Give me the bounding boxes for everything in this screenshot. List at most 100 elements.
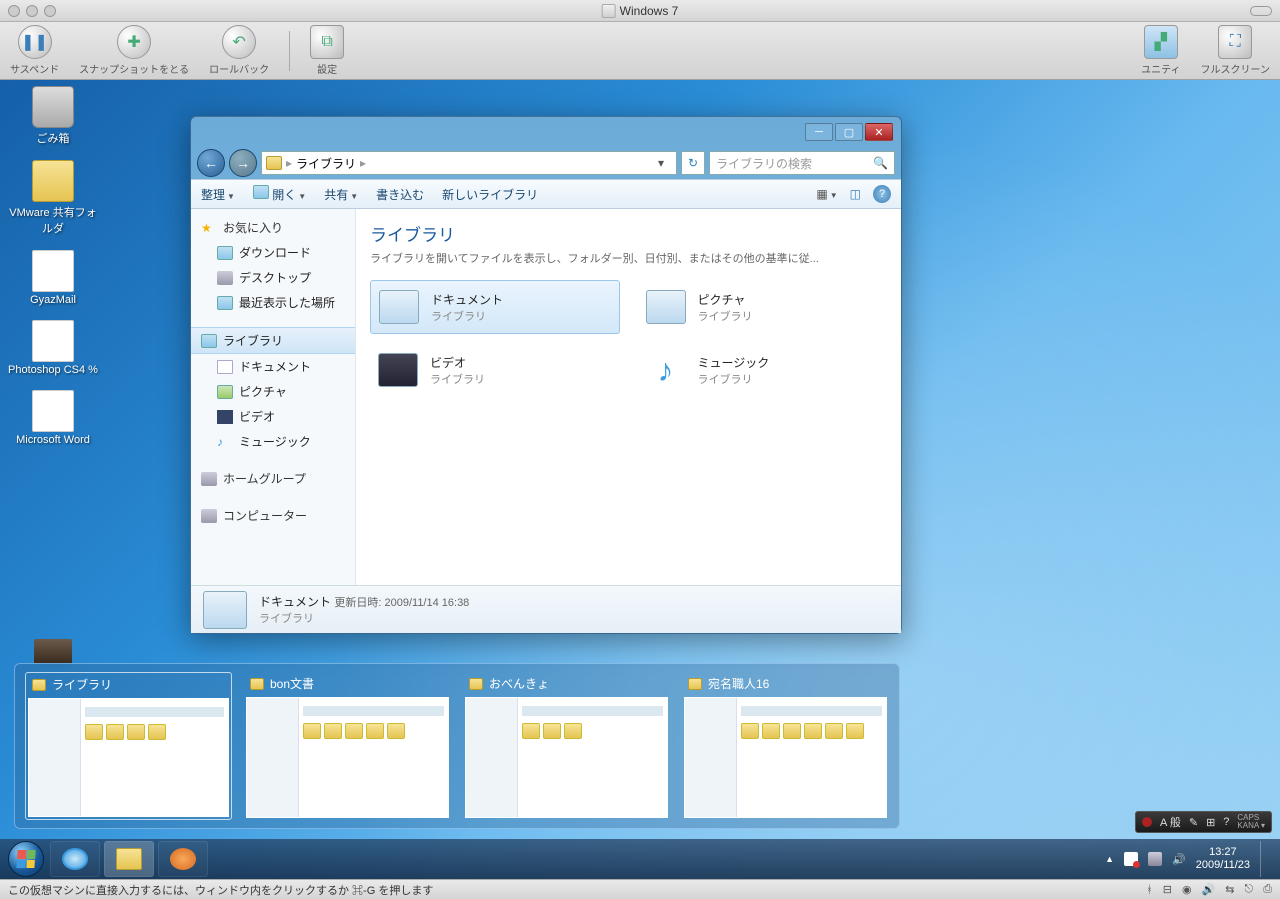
taskbar-explorer[interactable] [104,841,154,877]
thumbnail-bon[interactable]: bon文書 [244,672,451,820]
action-center-icon[interactable] [1124,852,1138,866]
desktop-icon-word[interactable]: Microsoft Word [6,390,100,446]
sidebar-item-documents[interactable]: ドキュメント [191,354,355,379]
ime-tool-icon[interactable]: ✎ [1189,816,1198,829]
hdd-icon[interactable]: ⊟ [1163,883,1172,896]
unity-icon: ▞ [1144,25,1178,59]
minimize-button[interactable]: ─ [805,123,833,141]
mac-zoom-button[interactable] [44,5,56,17]
volume-icon[interactable]: 🔊 [1172,853,1186,866]
back-button[interactable]: ← [197,149,225,177]
mac-minimize-button[interactable] [26,5,38,17]
sidebar-item-desktop[interactable]: デスクトップ [191,265,355,290]
sidebar-item-music[interactable]: ♪ミュージック [191,429,355,454]
sound-icon[interactable]: 🔊 [1202,883,1216,896]
explorer-content: ライブラリ ライブラリを開いてファイルを表示し、フォルダー別、日付別、またはその… [356,209,901,585]
video-icon [376,350,420,390]
desktop-icon-photoshop[interactable]: Photoshop CS4 % [6,320,100,376]
address-bar[interactable]: ▸ ライブラリ ▸ ▾ [261,151,677,175]
new-library-button[interactable]: 新しいライブラリ [442,186,538,203]
sidebar-homegroup[interactable]: ホームグループ [191,466,355,491]
burn-button[interactable]: 書き込む [376,186,424,203]
suspend-button[interactable]: ❚❚ サスペンド [10,25,59,76]
maximize-button[interactable]: ▢ [835,123,863,141]
thumbnail-libraries[interactable]: ライブラリ [25,672,232,820]
preview-pane-button[interactable]: ◫ [850,187,861,201]
library-item-pictures[interactable]: ピクチャライブラリ [638,280,888,334]
thumbnail-obenkyou[interactable]: おべんきょ [463,672,670,820]
file-icon [32,250,74,292]
folder-icon [217,246,233,260]
rollback-icon: ↶ [222,25,256,59]
explorer-titlebar[interactable]: ─ ▢ ✕ [191,117,901,147]
folder-icon [32,679,46,691]
camera-icon: ✚ [117,25,151,59]
star-icon: ★ [201,221,217,235]
file-icon [32,390,74,432]
search-icon: 🔍 [873,156,888,170]
ime-help-icon[interactable]: ? [1223,816,1229,828]
printer-icon[interactable]: ⎙ [1263,883,1272,896]
show-desktop-button[interactable] [1260,841,1270,877]
forward-button[interactable]: → [229,149,257,177]
trash-icon [32,86,74,128]
taskbar-wmp[interactable] [158,841,208,877]
sidebar-item-pictures[interactable]: ピクチャ [191,379,355,404]
network-icon[interactable] [1148,852,1162,866]
sidebar-item-recent[interactable]: 最近表示した場所 [191,290,355,315]
windows-desktop[interactable]: ごみ箱 VMware 共有フォルダ GyazMail Photoshop CS4… [0,80,1280,879]
sidebar-favorites-head[interactable]: ★お気に入り [191,215,355,240]
computer-icon [201,509,217,523]
desktop-icon-vmware-shared[interactable]: VMware 共有フォルダ [6,160,100,236]
ime-bar[interactable]: A 般 ✎ ⊞ ? CAPSKANA ▾ [1135,811,1272,833]
unity-button[interactable]: ▞ ユニティ [1141,25,1180,76]
library-item-music[interactable]: ♪ ミュージックライブラリ [638,344,888,396]
library-item-documents[interactable]: ドキュメントライブラリ [370,280,620,334]
documents-icon [203,591,247,629]
mac-toolbar-toggle[interactable] [1250,6,1272,16]
mac-close-button[interactable] [8,5,20,17]
sidebar-item-downloads[interactable]: ダウンロード [191,240,355,265]
rollback-button[interactable]: ↶ ロールバック [209,25,269,76]
library-item-videos[interactable]: ビデオライブラリ [370,344,620,396]
thumbnail-atena[interactable]: 宛名職人16 [682,672,889,820]
settings-button[interactable]: ⧉ 設定 [310,25,344,76]
mac-statusbar: この仮想マシンに直接入力するには、ウィンドウ内をクリックするか ⌘-G を押しま… [0,879,1280,899]
ime-pad-icon[interactable]: ⊞ [1206,816,1215,829]
document-icon [217,360,233,374]
refresh-button[interactable]: ↻ [681,151,705,175]
usb-icon[interactable]: ⎋ [1244,883,1253,896]
help-button[interactable]: ? [873,185,891,203]
desktop-icon [217,271,233,285]
ime-caps-indicator: CAPSKANA ▾ [1237,814,1265,830]
fullscreen-button[interactable]: ⛶ フルスクリーン [1201,25,1271,76]
sidebar-computer[interactable]: コンピューター [191,503,355,528]
search-input[interactable]: ライブラリの検索 🔍 [709,151,895,175]
taskbar: ▲ 🔊 13:27 2009/11/23 [0,839,1280,879]
desktop-icon-trash[interactable]: ごみ箱 [6,86,100,146]
ime-indicator-icon [1142,817,1152,827]
snapshot-button[interactable]: ✚ スナップショットをとる [79,25,189,76]
pictures-icon [644,287,688,327]
documents-icon [377,287,421,327]
view-menu[interactable]: ▦▼ [816,187,837,201]
open-menu[interactable]: 開く▼ [253,185,306,203]
sidebar-libraries-head[interactable]: ライブラリ [191,327,355,354]
organize-menu[interactable]: 整理▼ [201,186,235,203]
cd-icon[interactable]: ◉ [1182,883,1192,896]
network-icon[interactable]: ⇆ [1225,883,1234,896]
bluetooth-icon[interactable]: ᚼ [1146,884,1153,896]
toolbar-separator [289,31,290,71]
taskbar-ie[interactable] [50,841,100,877]
desktop-icon-gyazmail[interactable]: GyazMail [6,250,100,306]
folder-icon [266,156,282,170]
clock[interactable]: 13:27 2009/11/23 [1196,846,1250,872]
pause-icon: ❚❚ [18,25,52,59]
start-button[interactable] [4,840,48,878]
sidebar-item-videos[interactable]: ビデオ [191,404,355,429]
share-menu[interactable]: 共有▼ [324,186,358,203]
tray-chevron-up-icon[interactable]: ▲ [1105,854,1114,864]
chevron-down-icon[interactable]: ▾ [658,156,672,170]
close-button[interactable]: ✕ [865,123,893,141]
explorer-icon [116,848,142,870]
